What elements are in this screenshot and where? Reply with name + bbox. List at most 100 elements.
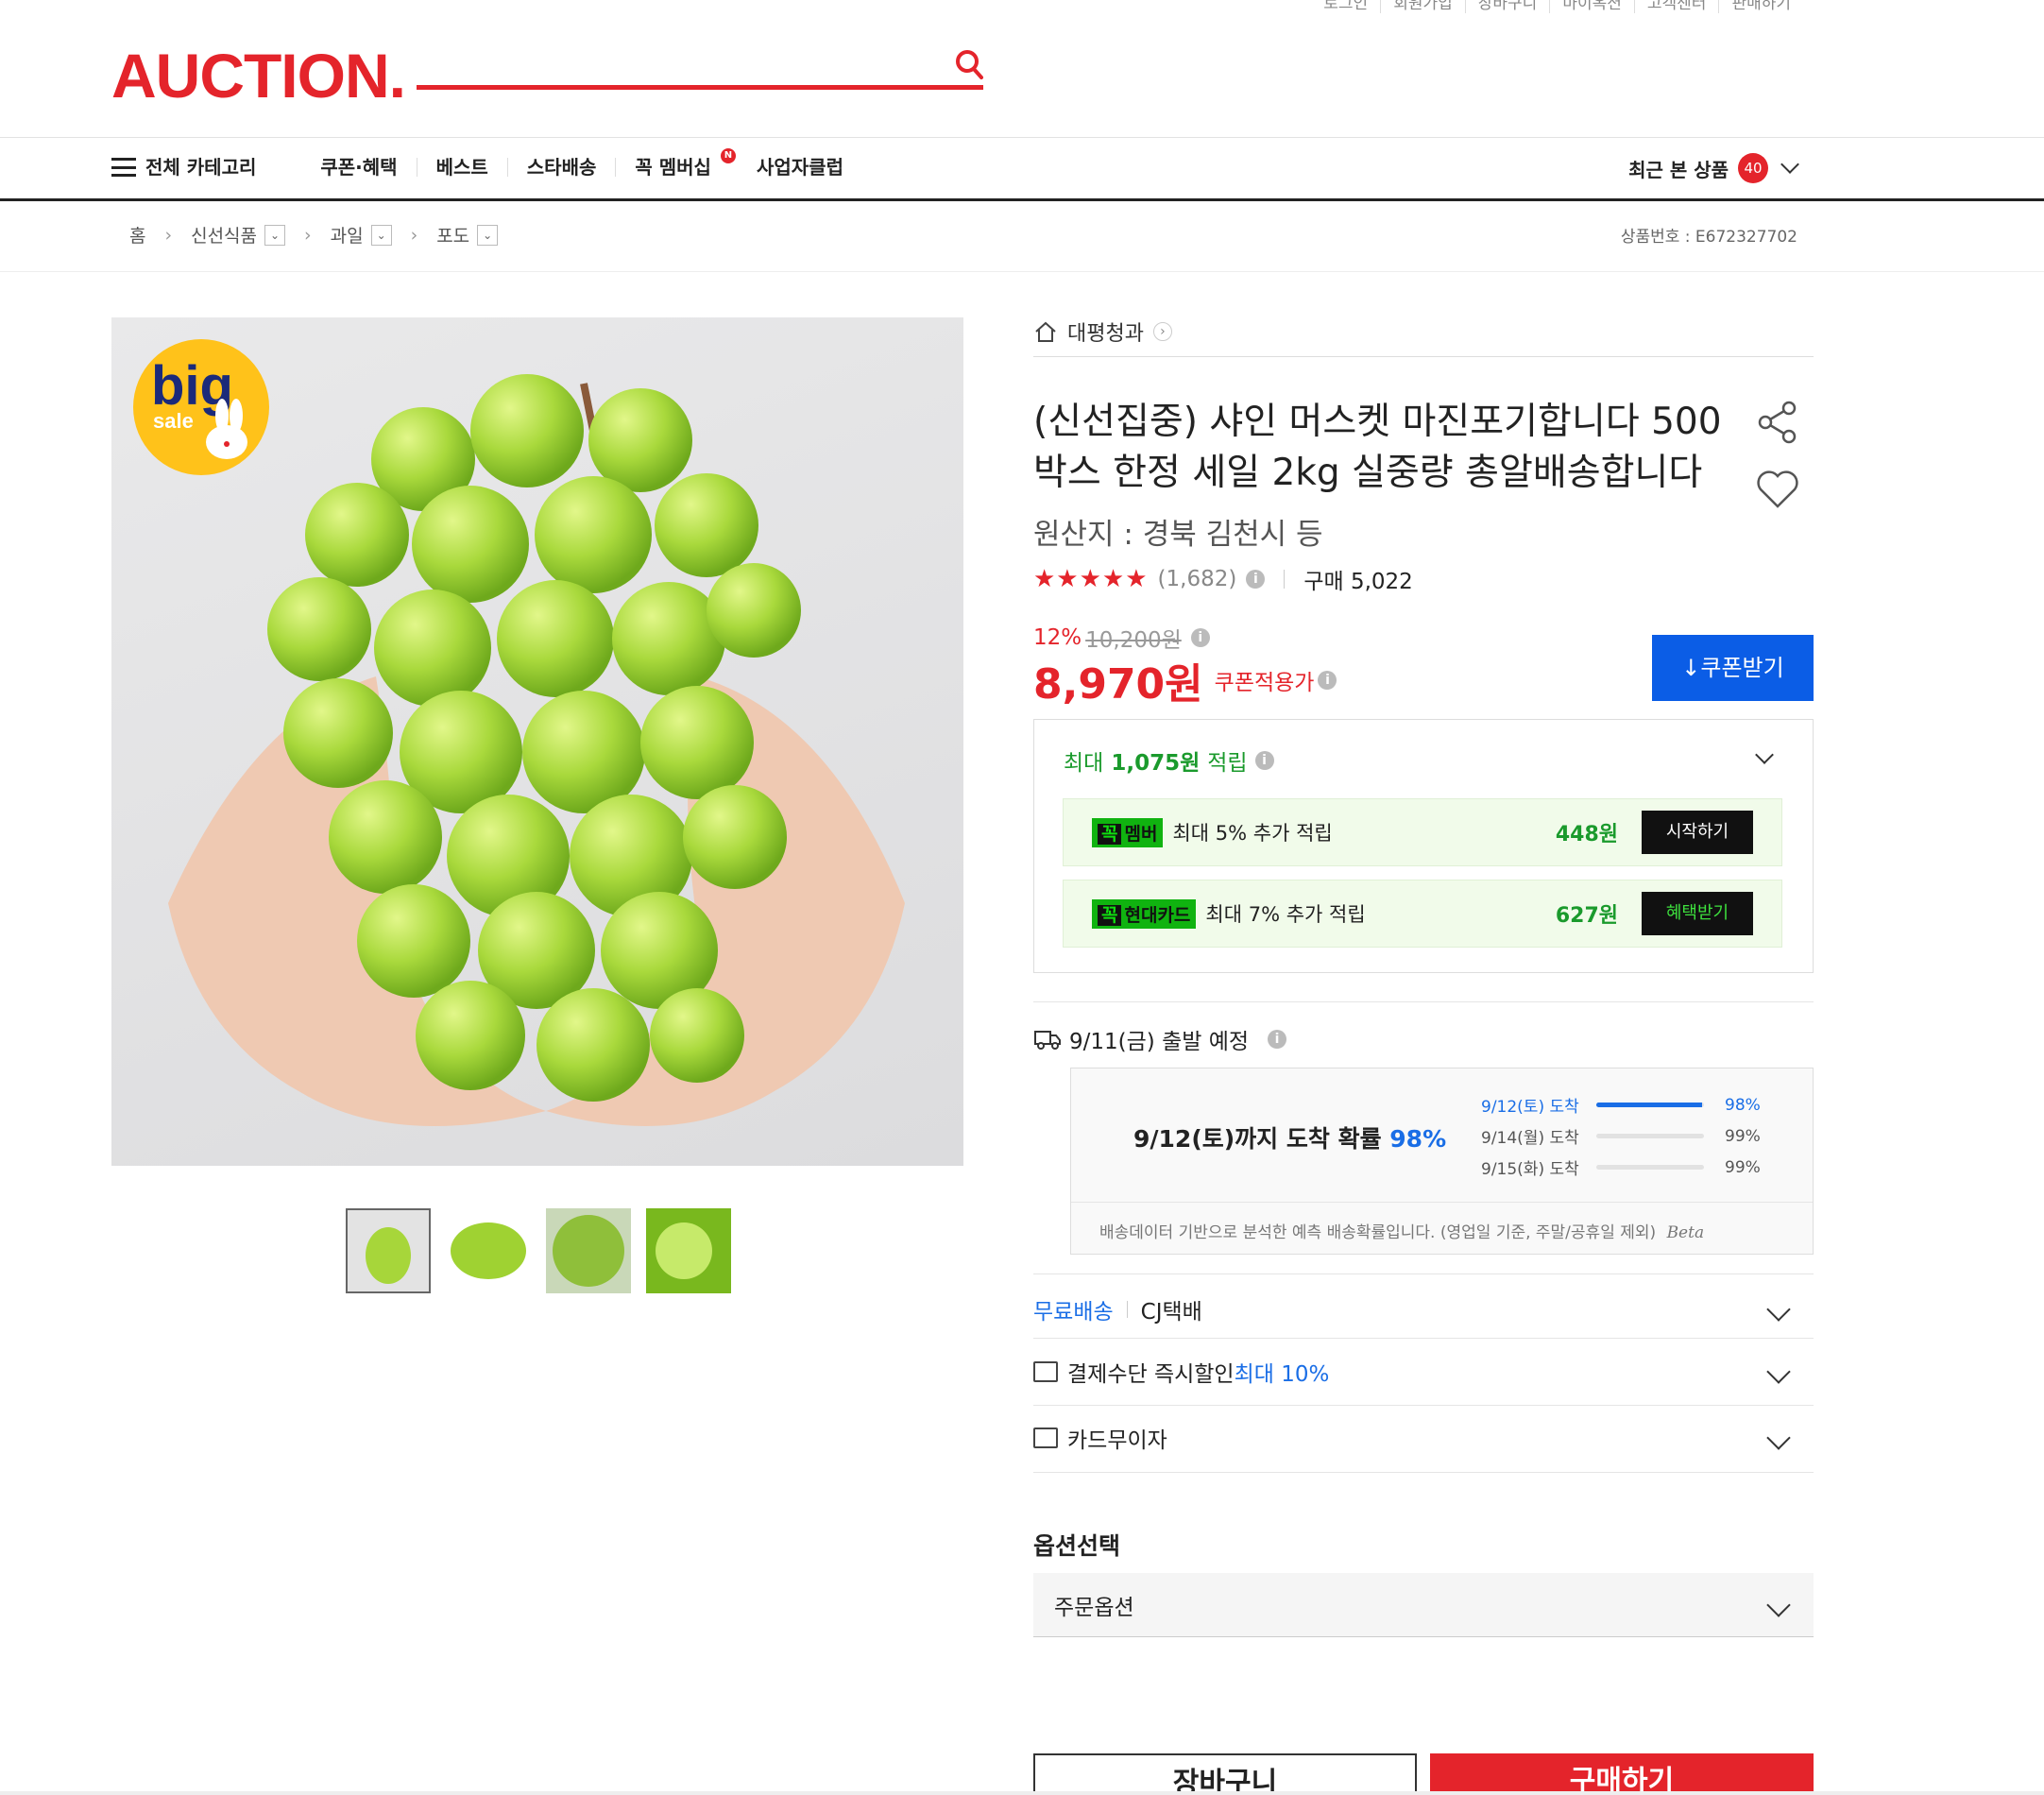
- original-price: 10,200원: [1085, 628, 1182, 653]
- utility-links: 로그인 회원가입 장바구니 마이옥션 고객센터 판매하기: [1311, 0, 1803, 13]
- all-category-label: 전체 카테고리: [145, 156, 257, 179]
- installment-label: 카드무이자: [1067, 1428, 1167, 1453]
- start-membership-button[interactable]: 시작하기: [1642, 811, 1753, 854]
- rating-divider: [1284, 570, 1286, 589]
- recent-items-label: 최근 본 상품: [1628, 158, 1729, 181]
- chevron-down-icon: [1766, 1297, 1791, 1322]
- review-count[interactable]: (1,682): [1158, 567, 1237, 591]
- rating-row: ★★★★★ (1,682) i 구매 5,022: [1033, 563, 1413, 595]
- coupon-price-label: 쿠폰적용가: [1214, 671, 1315, 695]
- sale-price: 8,970원: [1033, 660, 1203, 709]
- points-header[interactable]: 최대 1,075원 적립 i: [1064, 744, 1274, 777]
- recent-count-badge: 40: [1738, 153, 1768, 183]
- thumbnail-1[interactable]: [346, 1208, 431, 1293]
- breadcrumb-fresh-food[interactable]: 신선식품: [191, 222, 257, 248]
- big-sale-badge: big sale: [133, 339, 269, 475]
- info-icon[interactable]: i: [1190, 628, 1210, 647]
- arrival-row: 9/12(토) 도착 98%: [1481, 1093, 1761, 1118]
- share-icon[interactable]: [1757, 401, 1798, 444]
- login-link[interactable]: 로그인: [1311, 0, 1380, 13]
- global-nav: 전체 카테고리 쿠폰·혜택 베스트 스타배송 꼭 멤버십 N 사업자클럽: [111, 148, 862, 183]
- info-icon[interactable]: i: [1254, 751, 1274, 770]
- arrival-divider: [1071, 1202, 1813, 1203]
- section-divider: [1033, 1001, 1814, 1002]
- arrival-percent: 99%: [1725, 1126, 1761, 1146]
- free-shipping-label: 무료배송: [1033, 1300, 1114, 1325]
- nav-membership[interactable]: 꼭 멤버십 N: [615, 148, 738, 177]
- order-option-value: 주문옵션: [1054, 1595, 1134, 1620]
- chevron-right-icon: ›: [304, 224, 312, 246]
- info-icon[interactable]: i: [1318, 671, 1337, 690]
- origin-info: 원산지 : 경북 김천시 등: [1033, 518, 1323, 552]
- order-option-select[interactable]: 주문옵션: [1033, 1573, 1814, 1637]
- chevron-down-icon[interactable]: ⌄: [370, 224, 392, 246]
- breadcrumb-home[interactable]: 홈: [129, 222, 145, 248]
- nav-star-delivery[interactable]: 스타배송: [506, 158, 616, 177]
- departure-text: 9/11(금) 출발 예정: [1069, 1030, 1250, 1054]
- store-name: 대평청과: [1067, 322, 1144, 346]
- product-number: 상품번호 : E672327702: [1620, 228, 1797, 247]
- nav-business-club[interactable]: 사업자클럽: [738, 158, 862, 177]
- section-divider: [1033, 1338, 1814, 1339]
- discount-rate: 12%: [1033, 625, 1082, 650]
- coupon-download-button[interactable]: ↓쿠폰받기: [1652, 635, 1814, 701]
- info-icon[interactable]: i: [1268, 1030, 1287, 1049]
- cart-link[interactable]: 장바구니: [1464, 0, 1550, 13]
- membership-points-row: 꼭 멤버 최대 5% 추가 적립 448원 시작하기: [1063, 798, 1782, 866]
- chevron-right-icon: ›: [410, 224, 418, 246]
- delivery-accordion[interactable]: 무료배송 CJ택배: [1033, 1292, 1814, 1326]
- breadcrumb-divider: [0, 271, 2044, 272]
- coupon-download-label: 쿠폰받기: [1700, 655, 1784, 681]
- credit-card-icon: [1033, 1427, 1058, 1448]
- recent-items-button[interactable]: 최근 본 상품 40: [1628, 153, 1799, 183]
- thumbnail-3[interactable]: [546, 1208, 631, 1293]
- price-row: 8,970원 쿠폰적용가 i: [1033, 650, 1337, 710]
- section-divider: [1033, 1405, 1814, 1406]
- nav-coupon[interactable]: 쿠폰·혜택: [301, 158, 416, 177]
- store-divider: [1033, 356, 1814, 357]
- home-icon: [1035, 321, 1056, 342]
- rating-stars: ★★★★★: [1033, 565, 1149, 593]
- arrival-date: 9/12(토) 도착: [1481, 1098, 1579, 1117]
- get-benefit-button[interactable]: 혜택받기: [1642, 892, 1753, 935]
- option-label: 옵션선택: [1033, 1532, 1121, 1560]
- search-icon[interactable]: [955, 49, 983, 81]
- info-icon[interactable]: i: [1246, 570, 1266, 589]
- breadcrumb-fruit[interactable]: 과일: [331, 222, 364, 248]
- heart-icon[interactable]: [1755, 469, 1800, 510]
- store-link[interactable]: 대평청과 ›: [1033, 316, 1172, 347]
- chevron-down-icon[interactable]: ⌄: [264, 224, 286, 246]
- thumbnail-2[interactable]: [446, 1208, 531, 1293]
- points-prefix: 최대: [1064, 751, 1104, 776]
- breadcrumb: 홈 › 신선식품 ⌄ › 과일 ⌄ › 포도 ⌄: [129, 222, 499, 248]
- chevron-right-icon: ›: [164, 224, 173, 246]
- section-divider: [1033, 1472, 1814, 1473]
- search-input[interactable]: [417, 85, 983, 90]
- payment-discount-accordion[interactable]: 결제수단 즉시할인 최대 10%: [1033, 1355, 1814, 1389]
- sell-link[interactable]: 판매하기: [1718, 0, 1803, 13]
- nav-best[interactable]: 베스트: [416, 158, 507, 177]
- chevron-down-icon[interactable]: ⌄: [477, 224, 499, 246]
- thumbnail-image: [546, 1208, 631, 1293]
- gnb-bottom-border: [0, 198, 2044, 201]
- buy-now-button[interactable]: 구매하기: [1430, 1753, 1814, 1795]
- thumbnail-4[interactable]: [646, 1208, 731, 1293]
- membership-points-amount: 448원: [1555, 823, 1618, 846]
- auction-logo[interactable]: AUCTION.: [111, 40, 406, 111]
- add-to-cart-button[interactable]: 장바구니: [1033, 1753, 1417, 1795]
- arrival-bar: [1596, 1134, 1704, 1138]
- signup-link[interactable]: 회원가입: [1380, 0, 1465, 13]
- beta-label: Beta: [1666, 1223, 1705, 1242]
- all-category-button[interactable]: 전체 카테고리: [111, 158, 301, 177]
- membership-tag: 꼭 멤버: [1092, 817, 1164, 847]
- customer-center-link[interactable]: 고객센터: [1633, 0, 1719, 13]
- payment-discount-highlight: 최대 10%: [1234, 1362, 1330, 1387]
- card-tag: 꼭 현대카드: [1092, 898, 1197, 929]
- chevron-down-icon: [1766, 1359, 1791, 1384]
- installment-accordion[interactable]: 카드무이자: [1033, 1421, 1814, 1455]
- thumbnail-image: [348, 1210, 429, 1291]
- my-auction-link[interactable]: 마이옥션: [1549, 0, 1634, 13]
- arrival-percent: 98%: [1725, 1095, 1761, 1115]
- breadcrumb-grape[interactable]: 포도: [436, 222, 469, 248]
- discount-card-icon: [1033, 1361, 1058, 1382]
